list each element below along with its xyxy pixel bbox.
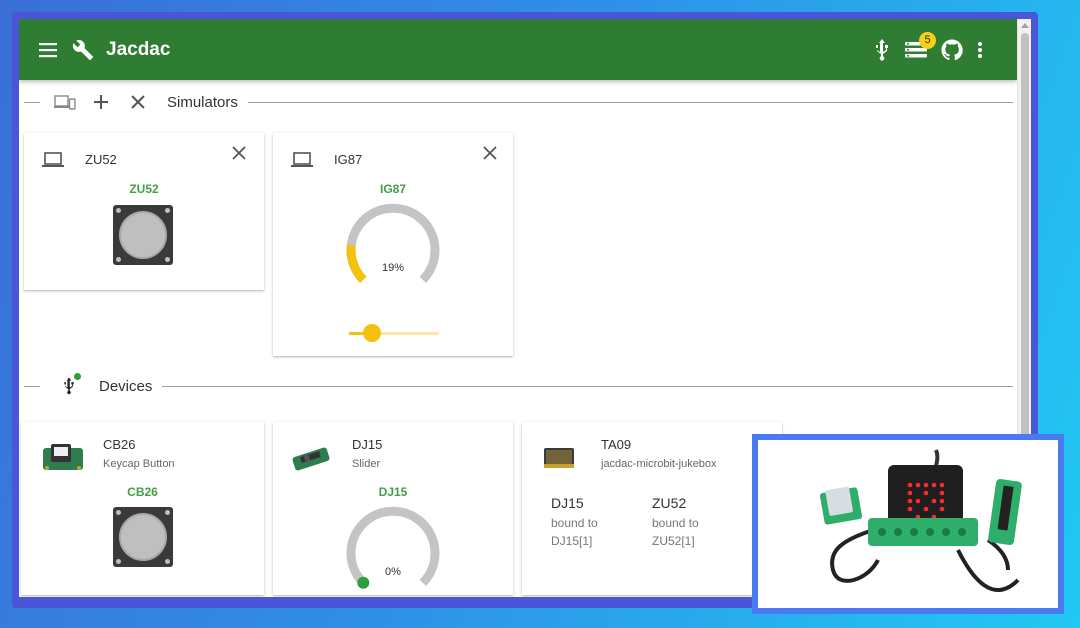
divider	[162, 385, 1013, 387]
button-cap[interactable]	[119, 513, 167, 561]
gauge-value: 19%	[381, 262, 405, 274]
device-card-ta09: TA09 jacdac-microbit-jukebox DJ15 bound …	[522, 422, 782, 595]
app-bar: Jacdac 5	[19, 19, 1017, 80]
notification-badge: 5	[919, 31, 936, 49]
corner-dot	[165, 559, 170, 564]
app-title[interactable]: Jacdac	[106, 39, 170, 61]
usb-icon[interactable]	[873, 38, 891, 61]
keycap-button-module-icon	[43, 444, 83, 470]
hardware-illustration	[819, 449, 1022, 592]
github-icon[interactable]	[941, 38, 963, 61]
device-subtitle: Slider	[352, 458, 381, 470]
slider[interactable]	[349, 324, 439, 342]
binding-target: DJ15[1]	[551, 534, 593, 548]
binding-target: ZU52[1]	[652, 534, 695, 548]
binding-name[interactable]: DJ15	[551, 495, 584, 511]
simulator-title: IG87	[334, 152, 363, 167]
device-title: DJ15	[352, 437, 383, 452]
corner-dot	[165, 257, 170, 262]
binding-text: bound to	[652, 516, 699, 530]
simulators-label: Simulators	[167, 93, 238, 111]
button-widget[interactable]	[113, 205, 173, 265]
button-cap[interactable]	[119, 211, 167, 259]
device-subtitle: jacdac-microbit-jukebox	[601, 458, 717, 470]
device-subtitle: Keycap Button	[103, 458, 175, 470]
corner-dot	[165, 510, 170, 515]
microbit-jukebox-icon	[544, 448, 574, 468]
simulator-title: ZU52	[85, 152, 117, 167]
corner-dot	[116, 510, 121, 515]
corner-dot	[116, 257, 121, 262]
wrench-icon[interactable]	[72, 39, 94, 61]
devices-header: Devices	[19, 371, 1017, 401]
menu-icon[interactable]	[39, 42, 59, 58]
divider	[247, 101, 1013, 103]
add-icon[interactable]	[93, 94, 109, 110]
button-widget[interactable]	[113, 507, 173, 567]
gauge-knob	[357, 576, 370, 589]
devices-label: Devices	[99, 377, 153, 395]
corner-dot	[116, 559, 121, 564]
laptop-icon	[42, 152, 64, 173]
service-name: CB26	[127, 485, 158, 499]
simulator-card-zu52: ZU52 ZU52	[24, 133, 264, 290]
devices-icon[interactable]	[54, 94, 76, 110]
gauge-fill	[346, 244, 367, 283]
service-name: ZU52	[129, 182, 159, 196]
binding-name[interactable]: ZU52	[652, 495, 686, 511]
gauge-value: 0%	[385, 566, 401, 578]
divider	[24, 385, 40, 387]
slider-module-icon	[292, 447, 330, 471]
hardware-photo	[758, 440, 1058, 608]
laptop-icon	[291, 152, 313, 173]
hardware-video-overlay	[752, 434, 1064, 614]
connected-indicator	[74, 373, 81, 380]
slider-thumb[interactable]	[363, 324, 382, 342]
gauge	[346, 506, 440, 589]
scroll-up-arrow[interactable]	[1021, 23, 1029, 28]
list-icon[interactable]: 5	[905, 31, 936, 59]
device-card-cb26: CB26 Keycap Button CB26	[21, 422, 264, 595]
device-title: TA09	[601, 437, 632, 452]
binding-text: bound to	[551, 516, 598, 530]
service-name: DJ15	[378, 485, 408, 499]
service-name: IG87	[379, 182, 406, 196]
corner-dot	[165, 208, 170, 213]
usb-icon[interactable]	[62, 373, 81, 396]
corner-dot	[116, 208, 121, 213]
close-icon[interactable]	[482, 145, 502, 165]
gauge	[346, 203, 440, 283]
simulator-card-ig87: IG87 IG87 19%	[273, 133, 513, 356]
close-icon[interactable]	[231, 145, 251, 165]
close-icon[interactable]	[131, 95, 145, 109]
simulators-header: Simulators	[19, 87, 1017, 117]
device-title: CB26	[103, 437, 136, 452]
device-card-dj15: DJ15 Slider DJ15 0%	[273, 422, 513, 595]
divider	[24, 101, 40, 103]
more-vert-icon[interactable]	[977, 41, 983, 59]
